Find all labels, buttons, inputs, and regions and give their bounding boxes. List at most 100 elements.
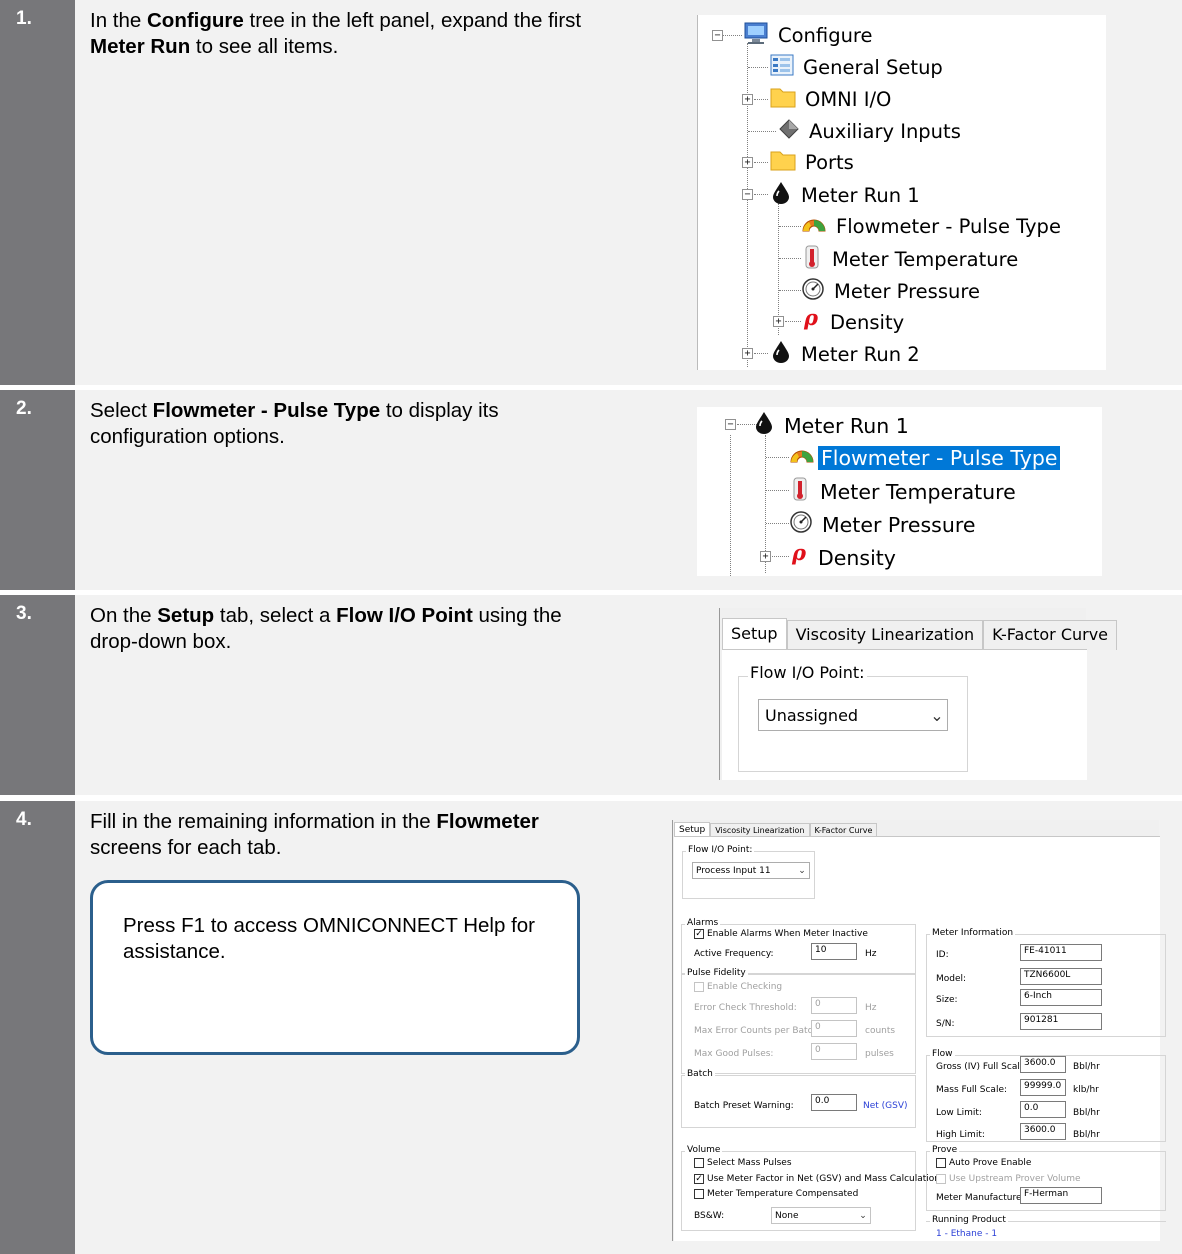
tree-item-flowmeter-selected[interactable]: Flowmeter - Pulse Type xyxy=(789,443,1061,472)
instruction-text: screens for each tab. xyxy=(90,836,282,860)
running-product-value: 1 - Ethane - 1 xyxy=(936,1229,998,1239)
error-threshold-input[interactable]: 0 xyxy=(811,997,857,1014)
step-instruction: Select Flowmeter - Pulse Type to display… xyxy=(90,398,610,450)
tree-item-density[interactable]: ρ Density xyxy=(801,305,907,337)
tree-item-meter-temperature[interactable]: Meter Temperature xyxy=(801,245,1021,274)
tree-item-meter-temperature[interactable]: Meter Temperature xyxy=(789,476,1019,507)
batch-preset-input[interactable]: 0.0 xyxy=(811,1094,857,1111)
tab-k-factor-curve[interactable]: K-Factor Curve xyxy=(809,823,878,837)
upstream-prover-checkbox[interactable] xyxy=(936,1174,946,1184)
max-good-pulses-input[interactable]: 0 xyxy=(811,1043,857,1060)
step-number-box: 3. xyxy=(0,595,75,795)
expand-toggle[interactable]: + xyxy=(742,348,753,359)
help-callout: Press F1 to access OMNICONNECT Help for … xyxy=(90,880,580,1055)
instruction-text: tree in the left panel, expand the first xyxy=(243,9,582,32)
tree-item-meter-pressure[interactable]: Meter Pressure xyxy=(789,509,978,540)
form-icon xyxy=(770,54,794,81)
expand-toggle[interactable]: + xyxy=(760,551,771,562)
bold-term: Flow I/O Point xyxy=(336,604,473,627)
bold-term: Configure xyxy=(147,9,244,32)
pressure-gauge-icon xyxy=(801,277,825,306)
tree-item-omni-io[interactable]: OMNI I/O xyxy=(770,86,894,113)
tree-item-density[interactable]: ρ Density xyxy=(789,540,899,573)
meter-manufacturer-input[interactable]: F-Herman xyxy=(1020,1187,1102,1204)
enable-checking-checkbox[interactable] xyxy=(694,982,704,992)
bold-term: Meter Run xyxy=(90,35,191,59)
tab-content: Flow I/O Point: Unassigned ⌄ xyxy=(722,649,1087,780)
expand-toggle[interactable]: + xyxy=(742,157,753,168)
meter-run-tree-panel: − + Meter Run 1 Flowmeter - Pulse Type M… xyxy=(697,407,1102,576)
svg-text:ρ: ρ xyxy=(803,308,819,330)
collapse-toggle[interactable]: − xyxy=(712,30,723,41)
tab-k-factor-curve[interactable]: K-Factor Curve xyxy=(983,620,1118,650)
step-number-box: 1. xyxy=(0,0,75,385)
meter-id-input[interactable]: FE-41011 xyxy=(1020,944,1102,961)
temp-compensated-checkbox[interactable] xyxy=(694,1189,704,1199)
active-frequency-input[interactable]: 10 xyxy=(811,943,857,960)
tab-viscosity-linearization[interactable]: Viscosity Linearization xyxy=(786,620,984,650)
thermometer-icon xyxy=(789,476,811,507)
computer-icon xyxy=(743,21,769,50)
pressure-gauge-icon xyxy=(789,509,813,540)
rho-icon: ρ xyxy=(789,540,809,573)
chevron-down-icon: ⌄ xyxy=(859,1210,867,1221)
chevron-down-icon: ⌄ xyxy=(798,865,806,876)
use-meter-factor-checkbox[interactable]: ✓ xyxy=(694,1174,704,1184)
expand-toggle[interactable]: + xyxy=(773,316,784,327)
instruction-text: Fill in the remaining information in the xyxy=(90,810,437,833)
step-number: 1. xyxy=(16,8,32,29)
mass-full-scale-input[interactable]: 99999.0 xyxy=(1020,1079,1066,1096)
high-limit-input[interactable]: 3600.0 xyxy=(1020,1123,1066,1140)
step-row-3: 3. On the Setup tab, select a Flow I/O P… xyxy=(0,595,1182,795)
instruction-text: In the xyxy=(90,9,147,32)
max-error-counts-input[interactable]: 0 xyxy=(811,1020,857,1037)
diamond-icon xyxy=(778,118,800,145)
low-limit-input[interactable]: 0.0 xyxy=(1020,1101,1066,1118)
thermometer-icon xyxy=(801,245,823,274)
tree-item-auxiliary-inputs[interactable]: Auxiliary Inputs xyxy=(778,118,964,145)
folder-icon xyxy=(770,149,796,176)
oil-drop-icon xyxy=(770,340,792,369)
flow-io-select[interactable]: Process Input 11 ⌄ xyxy=(692,862,810,879)
step-instruction: On the Setup tab, select a Flow I/O Poin… xyxy=(90,603,610,655)
tree-item-configure[interactable]: Configure xyxy=(743,21,876,50)
svg-text:ρ: ρ xyxy=(791,542,807,565)
step-row-1: 1. In the Configure tree in the left pan… xyxy=(0,0,1182,385)
step-number-box: 2. xyxy=(0,390,75,590)
setup-tab-dialog: Setup Viscosity Linearization K-Factor C… xyxy=(719,608,1118,780)
meter-serial-input[interactable]: 901281 xyxy=(1020,1013,1102,1030)
oil-drop-icon xyxy=(753,410,775,441)
step-number-box: 4. xyxy=(0,801,75,1254)
tree-item-meter-run-2[interactable]: Meter Run 2 xyxy=(770,340,923,369)
flow-io-select[interactable]: Unassigned ⌄ xyxy=(758,699,948,731)
tree-item-meter-pressure[interactable]: Meter Pressure xyxy=(801,277,983,306)
collapse-toggle[interactable]: − xyxy=(725,419,736,430)
bold-term: Setup xyxy=(157,604,215,627)
tab-setup[interactable]: Setup xyxy=(722,618,787,650)
meter-model-input[interactable]: TZN6600L xyxy=(1020,968,1102,985)
enable-alarms-checkbox[interactable]: ✓ xyxy=(694,929,704,939)
gross-full-scale-input[interactable]: 3600.0 xyxy=(1020,1056,1066,1073)
expand-toggle[interactable]: + xyxy=(742,94,753,105)
tab-viscosity-linearization[interactable]: Viscosity Linearization xyxy=(710,823,810,837)
chevron-down-icon: ⌄ xyxy=(930,705,944,725)
tree-item-flowmeter[interactable]: Flowmeter - Pulse Type xyxy=(801,213,1064,240)
flowmeter-form: Setup Viscosity Linearization K-Factor C… xyxy=(672,820,1166,1241)
tree-item-meter-run-1[interactable]: Meter Run 1 xyxy=(770,181,923,210)
auto-prove-checkbox[interactable] xyxy=(936,1158,946,1168)
bold-term: Flowmeter - Pulse Type xyxy=(152,399,381,422)
oil-drop-icon xyxy=(770,181,792,210)
tab-content: Flow I/O Point: Process Input 11 ⌄ Alarm… xyxy=(674,836,1166,1241)
tree-item-general-setup[interactable]: General Setup xyxy=(770,54,946,81)
bsw-select[interactable]: None ⌄ xyxy=(771,1207,871,1224)
mass-pulses-checkbox[interactable] xyxy=(694,1158,704,1168)
collapse-toggle[interactable]: − xyxy=(742,189,753,200)
meter-size-input[interactable]: 6-Inch xyxy=(1020,989,1102,1006)
instruction-text: Select xyxy=(90,399,153,422)
tree-item-ports[interactable]: Ports xyxy=(770,149,857,176)
instruction-text: tab, select a xyxy=(214,604,337,627)
step-number: 3. xyxy=(16,603,32,624)
folder-icon xyxy=(770,86,796,113)
tab-setup[interactable]: Setup xyxy=(674,822,711,837)
tree-item-meter-run-1[interactable]: Meter Run 1 xyxy=(753,410,912,441)
